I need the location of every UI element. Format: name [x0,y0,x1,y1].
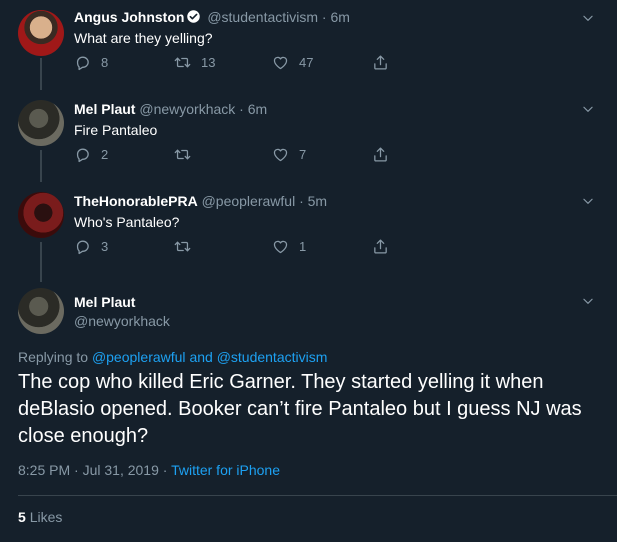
tweet-text: Who's Pantaleo? [74,214,180,230]
display-name[interactable]: TheHonorablePRA [74,193,198,209]
reply-button[interactable]: 2 [74,146,108,163]
like-button[interactable]: 1 [272,238,306,255]
retweet-count: 13 [201,55,216,70]
like-count: 1 [299,239,307,254]
tweet-timestamp[interactable]: 8:25 PM · Jul 31, 2019 · [18,462,167,478]
retweet-icon [174,54,191,71]
reply-user-link[interactable]: @studentactivism [217,349,328,365]
chevron-down-icon[interactable] [581,11,595,25]
reply-icon [74,146,91,163]
user-handle[interactable]: @peoplerawful [202,193,296,209]
tweet-time[interactable]: 6m [330,9,349,25]
tweet-header: TheHonorablePRA @peoplerawful · 5m [74,193,327,209]
avatar[interactable] [18,10,64,56]
retweet-button[interactable] [174,238,201,255]
retweet-button[interactable]: 13 [174,54,215,71]
like-icon [272,238,289,255]
tweet[interactable]: Mel Plaut @newyorkhack · 6m Fire Pantale… [0,92,617,184]
share-icon [372,238,389,255]
chevron-down-icon[interactable] [581,194,595,208]
reply-user-link[interactable]: @peoplerawful [92,349,186,365]
share-icon [372,146,389,163]
user-handle[interactable]: @newyorkhack [74,313,170,329]
reply-button[interactable]: 8 [74,54,108,71]
reply-count: 8 [101,55,109,70]
chevron-down-icon[interactable] [581,102,595,116]
like-count: 7 [299,147,307,162]
display-name[interactable]: Angus Johnston [74,9,184,25]
replying-to: Replying to @peoplerawful and @studentac… [18,349,327,365]
likes-label: Likes [29,509,63,525]
avatar[interactable] [18,192,64,238]
user-handle[interactable]: @newyorkhack [139,101,235,117]
separator: · [321,9,327,25]
reply-and-text: and [189,349,213,365]
reply-count: 2 [101,147,109,162]
reply-icon [74,238,91,255]
reply-button[interactable]: 3 [74,238,108,255]
divider [18,495,617,496]
share-button[interactable] [372,238,389,255]
chevron-down-icon[interactable] [581,294,595,308]
like-count: 47 [299,55,314,70]
tweet-timestamp-row: 8:25 PM · Jul 31, 2019 · Twitter for iPh… [18,462,280,478]
share-button[interactable] [372,54,389,71]
share-button[interactable] [372,146,389,163]
display-name[interactable]: Mel Plaut [74,294,135,310]
retweet-icon [174,146,191,163]
retweet-icon [174,238,191,255]
likes-summary[interactable]: 5 Likes [18,509,62,525]
like-icon [272,146,289,163]
tweet-header: Mel Plaut @newyorkhack · 6m [74,101,267,117]
retweet-button[interactable] [174,146,201,163]
avatar[interactable] [18,100,64,146]
tweet-header: Angus Johnston @studentactivism · 6m [74,9,350,25]
focused-tweet-text: The cop who killed Eric Garner. They sta… [18,371,582,447]
like-button[interactable]: 7 [272,146,306,163]
avatar[interactable] [18,288,64,334]
display-name[interactable]: Mel Plaut [74,101,135,117]
tweet-time[interactable]: 6m [248,101,267,117]
replying-prefix: Replying to [18,349,89,365]
verified-badge-icon [187,10,201,23]
reply-count: 3 [101,239,109,254]
separator: · [239,101,244,117]
likes-count: 5 [18,509,26,525]
share-icon [372,54,389,71]
tweet-source-link[interactable]: Twitter for iPhone [171,462,280,478]
tweet[interactable]: TheHonorablePRA @peoplerawful · 5m Who's… [0,184,617,276]
reply-icon [74,54,91,71]
tweet-time[interactable]: 5m [308,193,327,209]
tweet[interactable]: Angus Johnston @studentactivism · 6m Wha… [0,0,617,92]
like-button[interactable]: 47 [272,54,313,71]
user-handle[interactable]: @studentactivism [207,9,318,25]
like-icon [272,54,289,71]
tweet-text: What are they yelling? [74,30,213,46]
tweet-text: Fire Pantaleo [74,122,158,138]
separator: · [299,193,304,209]
